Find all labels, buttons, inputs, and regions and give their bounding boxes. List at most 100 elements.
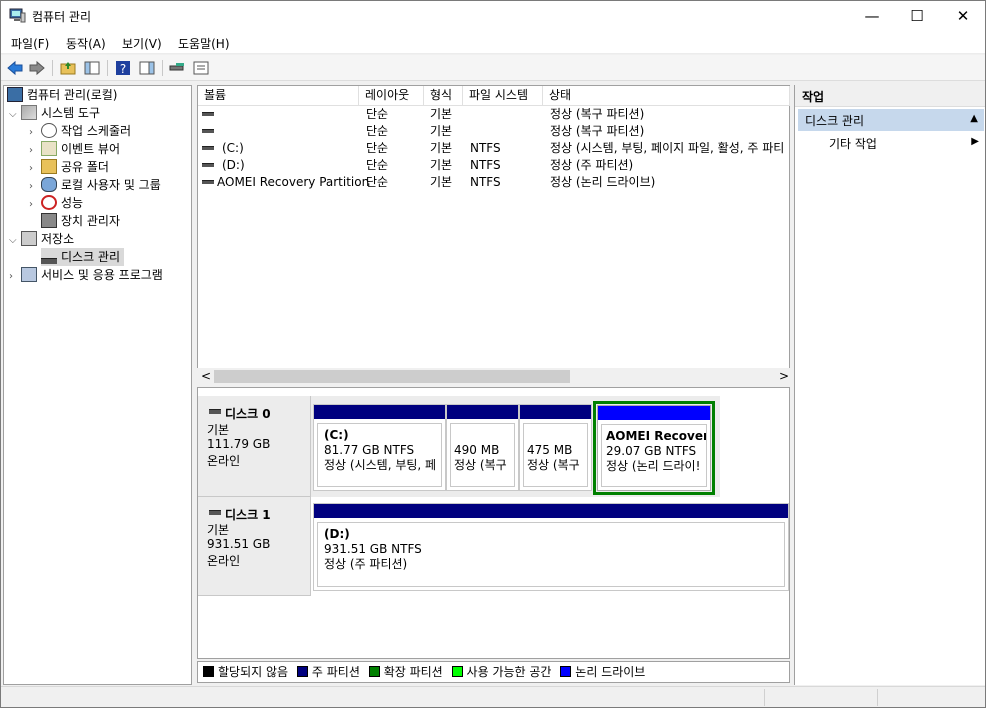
- volume-type: 기본: [430, 107, 453, 121]
- partition-color-bar: [598, 406, 710, 420]
- tree-label: 컴퓨터 관리(로컬): [27, 88, 118, 102]
- volume-layout: 단순: [366, 158, 389, 172]
- table-row[interactable]: 단순 기본 정상 (복구 파티션): [198, 123, 789, 140]
- toolbar-separator: [162, 60, 163, 76]
- tree-item-storage[interactable]: ⌵ 저장소: [9, 230, 74, 248]
- table-row[interactable]: 단순 기본 정상 (복구 파티션): [198, 106, 789, 123]
- volume-list: 볼륨 레이아웃 형식 파일 시스템 상태 단순 기본 정상 (복구 파티션) 단…: [197, 85, 790, 385]
- actions-section-disk-management[interactable]: 디스크 관리 ▲: [798, 109, 984, 131]
- tree-item-root[interactable]: 컴퓨터 관리(로컬): [7, 86, 117, 104]
- performance-icon: [41, 195, 57, 210]
- volume-status: 정상 (시스템, 부팅, 페이지 파일, 활성, 주 파티: [550, 141, 785, 155]
- volume-layout: 단순: [366, 124, 389, 138]
- scroll-right-arrow[interactable]: >: [779, 369, 789, 383]
- action-more-actions[interactable]: 기타 작업 ▶: [798, 133, 984, 153]
- chevron-right-icon[interactable]: ›: [9, 268, 21, 286]
- properties-icon[interactable]: [192, 59, 210, 77]
- tree-item-disk-management[interactable]: 디스크 관리: [41, 248, 125, 266]
- maximize-button[interactable]: ☐: [894, 1, 940, 31]
- toolbar-separator: [107, 60, 108, 76]
- actions-pane: 작업 디스크 관리 ▲ 기타 작업 ▶: [794, 85, 985, 685]
- minimize-icon: —: [864, 7, 880, 25]
- disk-size: 931.51 GB: [207, 537, 271, 551]
- menu-view[interactable]: 보기(V): [122, 35, 162, 52]
- disk-1-label[interactable]: 디스크 1 기본 931.51 GB 온라인: [198, 497, 311, 596]
- disk-management-icon: [41, 258, 57, 264]
- menu-bar: 파일(F) 동작(A) 보기(V) 도움말(H): [1, 31, 985, 54]
- partition-recovery-1[interactable]: 490 MB 정상 (복구: [446, 404, 519, 491]
- disk-0-label[interactable]: 디스크 0 기본 111.79 GB 온라인: [198, 396, 311, 497]
- partition-color-bar: [520, 405, 591, 419]
- partition-size: 81.77 GB NTFS: [324, 443, 415, 457]
- tree-item-event-viewer[interactable]: › 이벤트 뷰어: [29, 140, 120, 158]
- submenu-arrow-icon: ▶: [971, 136, 979, 147]
- disk-icon: [209, 409, 221, 414]
- menu-help[interactable]: 도움말(H): [178, 35, 230, 52]
- column-header-status[interactable]: 상태: [543, 86, 790, 106]
- table-row[interactable]: AOMEI Recovery Partition 단순 기본 NTFS 정상 (…: [198, 174, 789, 191]
- column-header-layout[interactable]: 레이아웃: [359, 86, 424, 106]
- volume-name: (D:): [222, 158, 245, 172]
- volume-status: 정상 (논리 드라이브): [550, 175, 656, 189]
- horizontal-scrollbar[interactable]: < >: [197, 368, 790, 385]
- partition-size: 490 MB: [454, 443, 500, 457]
- forward-arrow-icon[interactable]: [28, 59, 46, 77]
- disk-icon: [209, 510, 221, 515]
- volume-status: 정상 (주 파티션): [550, 158, 634, 172]
- volume-fs: NTFS: [470, 141, 501, 155]
- toolbar-separator: [52, 60, 53, 76]
- menu-action[interactable]: 동작(A): [66, 35, 106, 52]
- volume-icon: [202, 112, 214, 116]
- tree-label: 로컬 사용자 및 그룹: [61, 178, 161, 192]
- back-arrow-icon[interactable]: [6, 59, 24, 77]
- legend-swatch-logical: [560, 666, 572, 677]
- console-tree: 컴퓨터 관리(로컬) ⌵ 시스템 도구 › 작업 스케줄러 › 이벤트 뷰어 › 공유 …: [3, 85, 192, 685]
- legend-label: 할당되지 않음: [218, 665, 289, 679]
- scroll-left-arrow[interactable]: <: [201, 369, 211, 383]
- tree-item-services[interactable]: › 서비스 및 응용 프로그램: [9, 266, 163, 284]
- chevron-down-icon[interactable]: ⌵: [9, 106, 21, 124]
- menu-file[interactable]: 파일(F): [11, 35, 49, 52]
- tree-item-local-users[interactable]: › 로컬 사용자 및 그룹: [29, 176, 161, 194]
- up-folder-icon[interactable]: [59, 59, 77, 77]
- tree-item-task-scheduler[interactable]: › 작업 스케줄러: [29, 122, 131, 140]
- partition-size: 29.07 GB NTFS: [606, 444, 697, 458]
- column-header-file-system[interactable]: 파일 시스템: [463, 86, 543, 106]
- tree-item-shared-folders[interactable]: › 공유 폴더: [29, 158, 109, 176]
- legend-swatch-extended: [368, 666, 380, 677]
- legend-label: 논리 드라이브: [575, 665, 646, 679]
- volume-status: 정상 (복구 파티션): [550, 124, 645, 138]
- legend-swatch-unallocated: [203, 666, 214, 677]
- tree-label: 디스크 관리: [61, 250, 121, 264]
- partition-color-bar: [314, 405, 445, 419]
- column-header-type[interactable]: 형식: [424, 86, 463, 106]
- collapse-up-icon[interactable]: ▲: [970, 113, 978, 124]
- show-hide-console-tree-icon[interactable]: [83, 59, 101, 77]
- volume-icon: [202, 129, 214, 133]
- close-button[interactable]: ✕: [940, 1, 986, 31]
- help-icon[interactable]: ?: [114, 59, 132, 77]
- partition-c[interactable]: (C:) 81.77 GB NTFS 정상 (시스템, 부팅, 페: [313, 404, 446, 491]
- table-row[interactable]: (C:) 단순 기본 NTFS 정상 (시스템, 부팅, 페이지 파일, 활성,…: [198, 140, 789, 157]
- partition-status: 정상 (복구: [527, 458, 580, 472]
- volume-type: 기본: [430, 141, 453, 155]
- partition-recovery-2[interactable]: 475 MB 정상 (복구: [519, 404, 592, 491]
- title-bar[interactable]: 컴퓨터 관리 — ☐ ✕: [1, 1, 985, 31]
- chevron-right-icon[interactable]: ›: [29, 196, 41, 214]
- chevron-down-icon[interactable]: ⌵: [9, 232, 21, 250]
- column-header-volume[interactable]: 볼륨: [198, 86, 359, 106]
- users-icon: [41, 177, 57, 192]
- show-hide-action-pane-icon[interactable]: [138, 59, 156, 77]
- partition-title: (D:): [324, 527, 350, 541]
- tree-item-device-manager[interactable]: 장치 관리자: [41, 212, 120, 230]
- minimize-button[interactable]: —: [849, 1, 895, 31]
- connect-drive-icon[interactable]: [168, 59, 186, 77]
- tools-icon: [21, 105, 37, 120]
- table-row[interactable]: (D:) 단순 기본 NTFS 정상 (주 파티션): [198, 157, 789, 174]
- tree-label: 공유 폴더: [61, 160, 109, 174]
- partition-aomei-recovery[interactable]: AOMEI Recovery 29.07 GB NTFS 정상 (논리 드라이!: [597, 405, 711, 491]
- partition-d[interactable]: (D:) 931.51 GB NTFS 정상 (주 파티션): [313, 503, 789, 591]
- tree-item-system-tools[interactable]: ⌵ 시스템 도구: [9, 104, 100, 122]
- scroll-thumb[interactable]: [214, 370, 570, 383]
- tree-item-performance[interactable]: › 성능: [29, 194, 83, 212]
